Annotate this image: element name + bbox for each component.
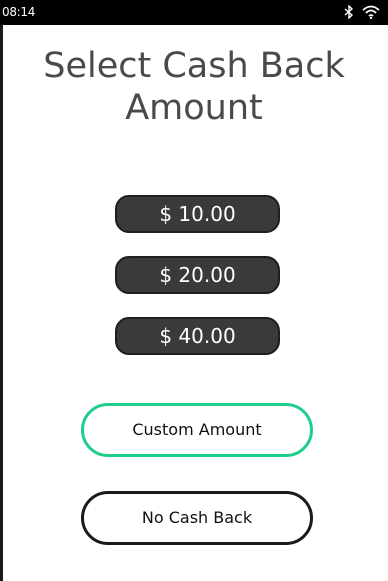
page-title: Select Cash Back Amount [0, 45, 388, 129]
bluetooth-icon [344, 3, 354, 23]
cash-back-screen: 08:14 Select Cash Back Amount $ 10.00 $ … [0, 0, 388, 581]
no-cash-back-button[interactable]: No Cash Back [81, 491, 313, 545]
wifi-icon [362, 4, 380, 23]
custom-amount-button[interactable]: Custom Amount [81, 403, 313, 457]
amount-10-button[interactable]: $ 10.00 [115, 195, 280, 233]
page-title-line-2: Amount [125, 88, 263, 128]
status-bar: 08:14 [0, 0, 388, 25]
amount-20-button[interactable]: $ 20.00 [115, 256, 280, 294]
status-time: 08:14 [2, 5, 36, 19]
amount-40-button[interactable]: $ 40.00 [115, 317, 280, 355]
page-title-line-1: Select Cash Back [43, 46, 345, 86]
status-icons [344, 3, 380, 23]
